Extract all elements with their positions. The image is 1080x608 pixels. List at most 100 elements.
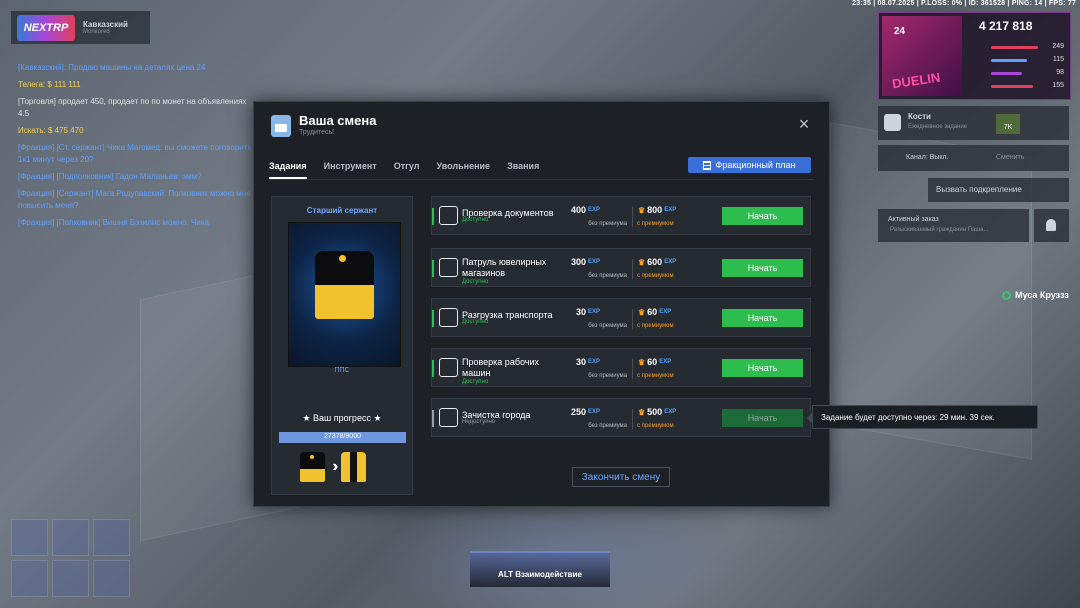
server-sub: Monitored (83, 29, 110, 35)
shift-modal: Ваша смена Трудитесь! × Задания Инструмен… (253, 101, 830, 507)
tab-0[interactable]: Задания (269, 161, 307, 179)
inventory-slot[interactable] (93, 519, 130, 556)
bell-icon (1046, 219, 1056, 231)
hud-stat-bar (991, 72, 1023, 75)
start-task-button[interactable]: Начать (722, 409, 803, 427)
hud-stat-bar (991, 59, 1028, 62)
task-row: Патруль ювелирных магазинов Доступно 300 EX… (431, 248, 811, 287)
tab-divider (269, 179, 814, 180)
chat-line: [Фракция] [Сержант] Мага Радупавский: По… (18, 189, 251, 210)
task-accent (432, 260, 434, 277)
reward-divider (632, 309, 633, 329)
backup-label: Вызвать подкрепление (936, 185, 1022, 194)
modal-subtitle: Трудитесь! (299, 129, 335, 136)
chat-line: [Фракция] [Подполковник] Гадон Маланьев:… (18, 172, 202, 181)
end-shift-button[interactable]: Закончить смену (572, 467, 670, 487)
close-icon[interactable]: × (796, 115, 812, 133)
crown-icon: ♛ (638, 257, 646, 267)
task-premium-reward: ♛ 60 EXP (638, 357, 671, 367)
inventory-slot[interactable] (52, 519, 89, 556)
next-strap-icon (341, 452, 366, 482)
tab-1[interactable]: Инструмент (324, 161, 377, 179)
task-premium-reward: ♛ 500 EXP (638, 407, 676, 417)
backup-button[interactable]: Вызвать подкрепление (928, 178, 1069, 202)
tab-2[interactable]: Отгул (394, 161, 420, 179)
crown-icon: ♛ (638, 357, 646, 367)
current-strap-icon (300, 452, 325, 482)
task-icon (439, 358, 458, 377)
player-nametag: Муса Круззз (1002, 290, 1069, 300)
task-accent (432, 208, 434, 225)
premium-reward-value: 800 (647, 205, 663, 215)
shoulder-strap-icon (315, 251, 374, 319)
order-sub: Разыскиваемый гражданин Паша... (890, 227, 989, 233)
reward-divider (632, 207, 633, 227)
exp-icon: EXP (659, 359, 672, 365)
inventory-slot[interactable] (11, 560, 48, 597)
progress-bar: 27378/9000 (279, 432, 406, 443)
task-accent (432, 310, 434, 327)
reward-divider (632, 359, 633, 379)
active-order[interactable]: Активный заказ Разыскиваемый гражданин П… (878, 209, 1029, 242)
player-money: 4 217 818 (979, 19, 1033, 33)
hud-stat-value: 98 (1056, 69, 1064, 76)
hud-stat: 155 (979, 82, 1064, 91)
premium-label: с премиумом (637, 323, 674, 329)
task-icon (439, 258, 458, 277)
inventory-slot[interactable] (52, 560, 89, 597)
rank-division: ППС (334, 367, 350, 374)
hud-stat-value: 155 (1052, 82, 1064, 89)
rank-card: Старший сержант ППС ★ Ваш прогресс ★ 273… (271, 196, 413, 495)
start-task-button[interactable]: Начать (722, 207, 803, 225)
task-tooltip: Задание будет доступно через: 29 мин. 39… (807, 405, 1038, 429)
hud-stat-bar (991, 46, 1038, 49)
rank-title: Старший сержант (306, 206, 378, 215)
task-row: Проверка документов Доступно 400 EXP ♛ 800 EXP… (431, 196, 811, 235)
start-task-button[interactable]: Начать (722, 309, 803, 327)
faction-plan-label: Фракционный план (715, 160, 796, 170)
start-task-button[interactable]: Начать (722, 259, 803, 277)
tab-bar: Задания Инструмент Отгул Увольнение Звания (269, 161, 539, 179)
start-task-button[interactable]: Начать (722, 359, 803, 377)
reward-divider (632, 409, 633, 429)
crown-icon: ♛ (638, 407, 646, 417)
server-logo-mark: NEXTRP (17, 14, 75, 41)
tab-4[interactable]: Звания (507, 161, 539, 179)
channel-change[interactable]: Сменить (996, 154, 1024, 161)
progress-label: ★ Ваш прогресс ★ (302, 413, 382, 423)
dice-widget[interactable]: Кости Ежедневное задание 7K (878, 106, 1069, 140)
no-premium-label: без премиума (588, 323, 627, 329)
task-icon (439, 308, 458, 327)
premium-label: с премиумом (637, 273, 674, 279)
interaction-hint: ALT Взаимодействие (470, 551, 610, 587)
premium-label: с премиумом (637, 373, 674, 379)
chat-line: [Кавказский]: Продаю машины на деталях ц… (18, 63, 206, 72)
hud-stat: 98 (979, 69, 1064, 78)
exp-icon: EXP (664, 409, 677, 415)
no-premium-label: без премиума (588, 373, 627, 379)
avatar: 24 DUELIN (882, 16, 962, 96)
channel-widget[interactable]: Канал: Выкл. Сменить (878, 145, 1069, 171)
task-base-reward: 30 EXP (576, 357, 600, 367)
inventory-slots (11, 519, 130, 597)
chat-line: Искать: $ 475 470 (18, 126, 84, 135)
exp-icon: EXP (659, 309, 672, 315)
bell-button[interactable] (1034, 209, 1069, 242)
task-status: Доступно (462, 217, 489, 223)
premium-reward-value: 500 (647, 407, 663, 417)
inventory-slot[interactable] (93, 560, 130, 597)
dice-count: 7K (996, 114, 1020, 134)
exp-icon: EXP (664, 259, 677, 265)
hud-stat-value: 115 (1052, 56, 1064, 63)
faction-plan-button[interactable]: Фракционный план (688, 157, 811, 173)
task-status: Доступно (462, 379, 489, 385)
exp-icon: EXP (587, 359, 600, 365)
tab-3[interactable]: Увольнение (436, 161, 490, 179)
rank-image (288, 222, 401, 367)
reward-divider (632, 259, 633, 279)
exp-icon: EXP (587, 409, 600, 415)
inventory-slot[interactable] (11, 519, 48, 556)
hud-stat-value: 249 (1052, 43, 1064, 50)
task-base-reward: 250 EXP (571, 407, 600, 417)
crown-icon: ♛ (638, 307, 646, 317)
